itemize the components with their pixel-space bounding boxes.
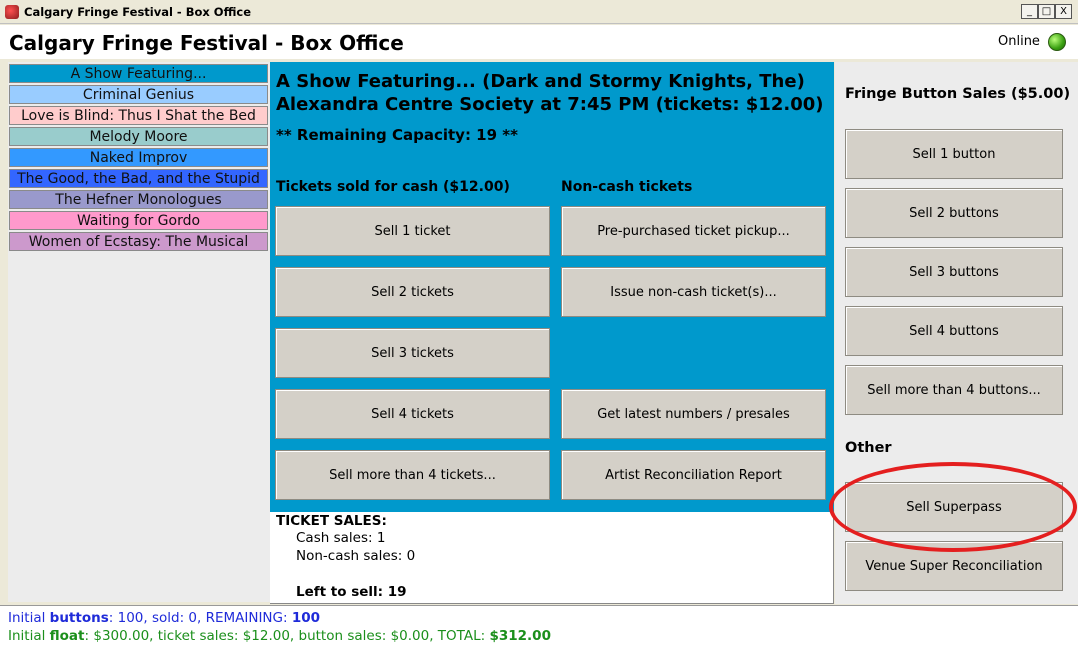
sell-2-buttons-button[interactable]: Sell 2 buttons <box>845 188 1063 238</box>
buttons-status-prefix: Initial <box>8 610 50 626</box>
window-title: Calgary Fringe Festival - Box Office <box>24 5 252 19</box>
show-item[interactable]: Women of Ecstasy: The Musical <box>9 232 268 251</box>
sell-3-tickets-button[interactable]: Sell 3 tickets <box>275 328 550 378</box>
float-status-prefix: Initial <box>8 628 50 644</box>
noncash-sales-count: Non-cash sales: 0 <box>296 548 416 564</box>
buttons-status: Initial buttons: 100, sold: 0, REMAINING… <box>8 610 320 626</box>
noncash-tickets-header: Non-cash tickets <box>561 179 693 195</box>
app-icon <box>5 5 19 19</box>
remaining-capacity: ** Remaining Capacity: 19 ** <box>276 126 518 144</box>
float-status-label: float <box>49 628 85 644</box>
online-status-icon <box>1048 33 1066 51</box>
show-item[interactable]: The Good, the Bad, and the Stupid <box>9 169 268 188</box>
button-sales-panel: Fringe Button Sales ($5.00) Sell 1 butto… <box>835 62 1078 604</box>
sell-more-buttons-button[interactable]: Sell more than 4 buttons... <box>845 365 1063 415</box>
latest-numbers-button[interactable]: Get latest numbers / presales <box>561 389 826 439</box>
buttons-remaining: 100 <box>291 610 321 626</box>
sell-2-tickets-button[interactable]: Sell 2 tickets <box>275 267 550 317</box>
other-header: Other <box>845 440 892 456</box>
app-header: Calgary Fringe Festival - Box Office Onl… <box>0 25 1078 59</box>
show-item[interactable]: Waiting for Gordo <box>9 211 268 230</box>
show-heading-line2: Alexandra Centre Society at 7:45 PM (tic… <box>276 94 824 115</box>
float-status: Initial float: $300.00, ticket sales: $1… <box>8 628 551 644</box>
cash-tickets-header: Tickets sold for cash ($12.00) <box>276 179 510 195</box>
left-to-sell: Left to sell: 19 <box>296 584 407 600</box>
sell-4-buttons-button[interactable]: Sell 4 buttons <box>845 306 1063 356</box>
ticket-sales-heading: TICKET SALES: <box>276 513 387 529</box>
show-item[interactable]: Naked Improv <box>9 148 268 167</box>
artist-reconciliation-button[interactable]: Artist Reconciliation Report <box>561 450 826 500</box>
minimize-button[interactable]: _ <box>1021 4 1038 19</box>
ticket-sales-summary: TICKET SALES: Cash sales: 1 Non-cash sal… <box>270 512 834 604</box>
cash-sales-count: Cash sales: 1 <box>296 530 386 546</box>
button-sales-header: Fringe Button Sales ($5.00) <box>845 86 1071 102</box>
status-bar: Initial buttons: 100, sold: 0, REMAINING… <box>0 605 1078 650</box>
show-item[interactable]: Love is Blind: Thus I Shat the Bed <box>9 106 268 125</box>
sell-1-button-button[interactable]: Sell 1 button <box>845 129 1063 179</box>
show-item[interactable]: A Show Featuring... <box>9 64 268 83</box>
close-button[interactable]: X <box>1055 4 1072 19</box>
issue-noncash-ticket-button[interactable]: Issue non-cash ticket(s)... <box>561 267 826 317</box>
show-item[interactable]: Melody Moore <box>9 127 268 146</box>
sell-more-tickets-button[interactable]: Sell more than 4 tickets... <box>275 450 550 500</box>
ticket-pickup-button[interactable]: Pre-purchased ticket pickup... <box>561 206 826 256</box>
buttons-status-text: : 100, sold: 0, REMAINING: <box>108 610 292 626</box>
maximize-button[interactable]: □ <box>1038 4 1055 19</box>
show-heading: A Show Featuring... (Dark and Stormy Kni… <box>276 70 832 116</box>
buttons-status-label: buttons <box>49 610 109 626</box>
page-title: Calgary Fringe Festival - Box Office <box>9 31 404 55</box>
float-status-text: : $300.00, ticket sales: $12.00, button … <box>84 628 490 644</box>
sell-4-tickets-button[interactable]: Sell 4 tickets <box>275 389 550 439</box>
online-status-label: Online <box>998 34 1040 49</box>
show-item[interactable]: Criminal Genius <box>9 85 268 104</box>
show-detail-panel: A Show Featuring... (Dark and Stormy Kni… <box>270 62 834 512</box>
window-titlebar: Calgary Fringe Festival - Box Office _ □… <box>0 0 1078 24</box>
venue-super-reconciliation-button[interactable]: Venue Super Reconciliation <box>845 541 1063 591</box>
show-heading-line1: A Show Featuring... (Dark and Stormy Kni… <box>276 71 805 92</box>
show-list: A Show Featuring... Criminal Genius Love… <box>8 62 270 602</box>
show-item[interactable]: The Hefner Monologues <box>9 190 268 209</box>
sell-3-buttons-button[interactable]: Sell 3 buttons <box>845 247 1063 297</box>
sell-1-ticket-button[interactable]: Sell 1 ticket <box>275 206 550 256</box>
sell-superpass-button[interactable]: Sell Superpass <box>845 482 1063 532</box>
float-total: $312.00 <box>489 628 551 644</box>
